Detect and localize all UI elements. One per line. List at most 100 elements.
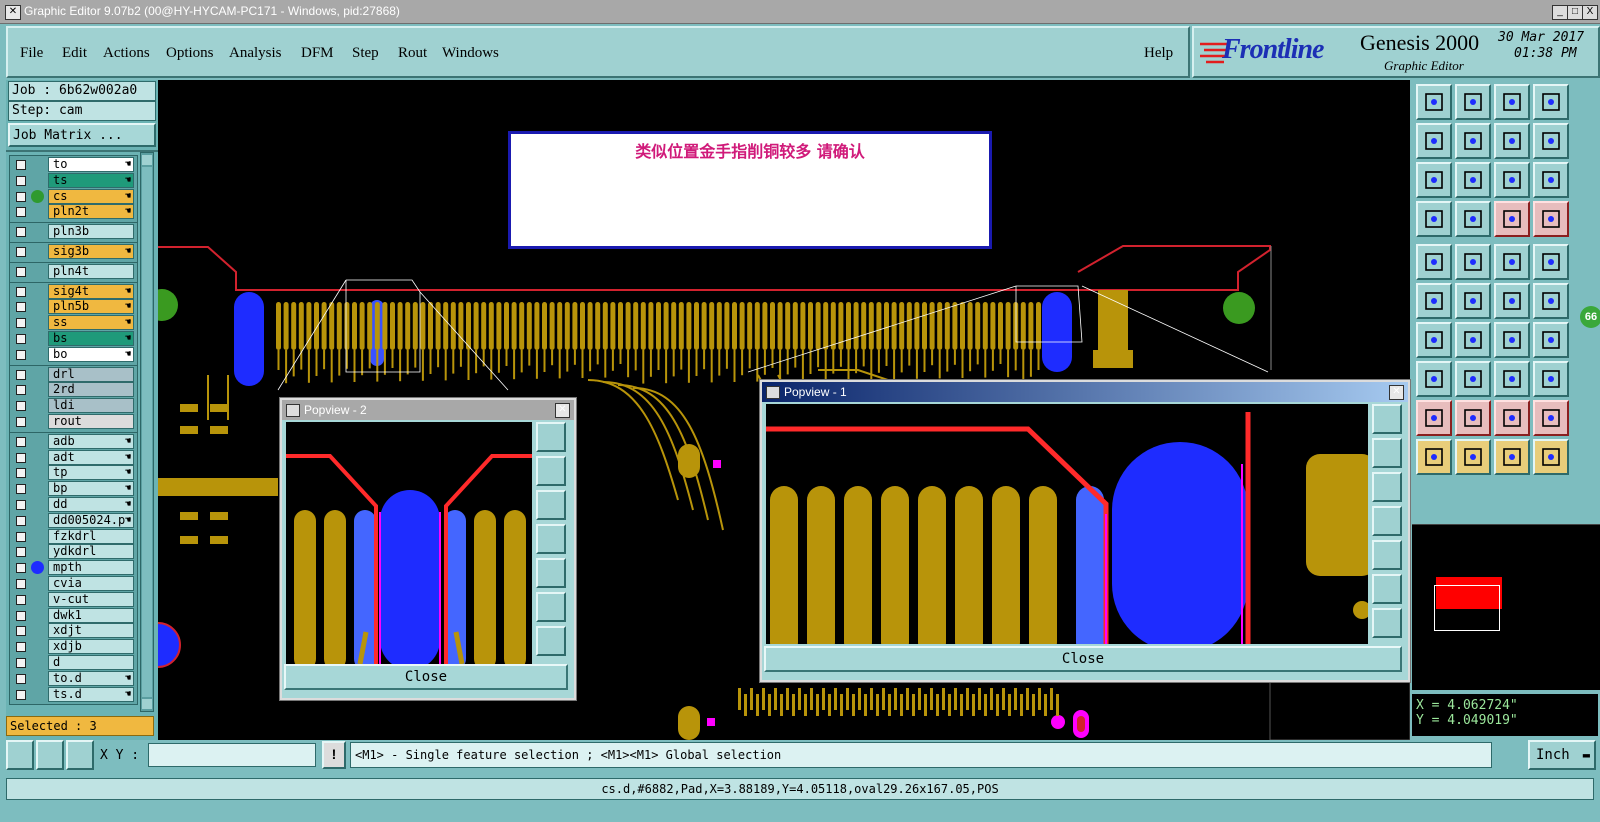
layer-name[interactable]: d (48, 655, 134, 670)
select-pad-icon[interactable] (1533, 244, 1569, 280)
select-zoom-icon[interactable] (1455, 439, 1491, 475)
layer-checkbox[interactable] (16, 266, 26, 277)
flip-icon[interactable] (1494, 123, 1530, 159)
arc-icon[interactable] (1494, 361, 1530, 397)
pan-right-icon[interactable] (1455, 123, 1491, 159)
layer-checkbox[interactable] (16, 452, 26, 463)
popview-2-close-icon[interactable]: ✕ (555, 403, 570, 418)
layer-checkbox[interactable] (16, 563, 26, 574)
layer-row-bp[interactable]: bp ☚ (9, 481, 134, 497)
layer-row-dwk1[interactable]: dwk1 (9, 607, 134, 623)
layer-name[interactable]: pln3b (48, 224, 134, 240)
layer-name[interactable]: ldi (48, 398, 134, 414)
layer-checkbox[interactable] (16, 160, 26, 170)
popview-2-canvas[interactable] (286, 422, 532, 664)
job-matrix-button[interactable]: Job Matrix ... (8, 123, 156, 147)
layer-name[interactable]: xdjb (48, 639, 134, 655)
layer-name[interactable]: bp ☚ (48, 481, 134, 497)
layer-name[interactable]: pln2t ☚ (48, 204, 134, 220)
home-icon[interactable] (1494, 84, 1530, 120)
layer-checkbox[interactable] (16, 247, 26, 257)
popview-1-zoom-in-icon[interactable] (1372, 574, 1402, 604)
save-icon[interactable] (1455, 84, 1491, 120)
layer-checkbox[interactable] (16, 349, 26, 360)
popview-2-close-button[interactable]: Close (284, 664, 568, 690)
pad-icon[interactable] (1416, 244, 1452, 280)
layer-checkbox[interactable] (16, 417, 26, 427)
layer-row-rout[interactable]: rout (9, 414, 134, 429)
layer-row-d[interactable]: d (9, 655, 134, 670)
layer-name[interactable]: bo ☚ (48, 346, 134, 362)
measure-icon[interactable] (36, 740, 64, 770)
connect-icon[interactable] (1416, 283, 1452, 319)
menu-actions[interactable]: Actions (103, 45, 150, 62)
layer-checkbox[interactable] (16, 369, 26, 380)
menu-analysis[interactable]: Analysis (229, 45, 282, 62)
layer-row-pln5b[interactable]: pln5b ☚ (9, 299, 134, 315)
pan-left-icon[interactable] (1416, 123, 1452, 159)
select-arrow-icon[interactable] (1416, 439, 1452, 475)
layer-name[interactable]: xdjt (48, 623, 134, 639)
menu-file[interactable]: File (20, 45, 43, 62)
close-window-button[interactable]: X (1582, 5, 1598, 20)
layer-checkbox[interactable] (16, 318, 26, 329)
layer-name[interactable]: bs ☚ (48, 331, 134, 346)
letter-a-outline-icon[interactable] (1494, 400, 1530, 436)
layer-row-bs[interactable]: bs ☚ (9, 331, 134, 346)
layer-name[interactable]: ts ☚ (48, 172, 134, 188)
menu-help[interactable]: Help (1144, 45, 1173, 62)
layer-name[interactable]: to ☚ (48, 157, 134, 172)
layer-name[interactable]: cvia (48, 576, 134, 591)
layer-checkbox[interactable] (16, 547, 26, 558)
window-icon[interactable] (1533, 84, 1569, 120)
layer-row-to[interactable]: to ☚ (9, 157, 134, 172)
layer-checkbox[interactable] (16, 401, 26, 412)
layer-checkbox[interactable] (16, 334, 26, 344)
layer-checkbox[interactable] (16, 286, 26, 297)
layer-checkbox[interactable] (16, 484, 26, 495)
copy-icon[interactable] (1533, 361, 1569, 397)
layer-row-sig4t[interactable]: sig4t ☚ (9, 283, 134, 299)
layer-name[interactable]: dd005024.p ☚ (48, 512, 134, 528)
layer-checkbox[interactable] (16, 302, 26, 313)
snap-toggle-icon[interactable] (1533, 123, 1569, 159)
popview-2-zoom-out-icon[interactable] (536, 626, 566, 656)
menu-rout[interactable]: Rout (398, 45, 427, 62)
draw-line-icon[interactable] (1416, 322, 1452, 358)
menu-step[interactable]: Step (352, 45, 379, 62)
layer-row-dd[interactable]: dd ☚ (9, 497, 134, 512)
layer-name[interactable]: adb ☚ (48, 433, 134, 449)
layer-checkbox[interactable] (16, 515, 26, 526)
layer-row-ts-d[interactable]: ts.d ☚ (9, 686, 134, 702)
rotate-icon[interactable] (1494, 322, 1530, 358)
layer-row-dd005024-p[interactable]: dd005024.p ☚ (9, 512, 134, 528)
layer-name[interactable]: ts.d ☚ (48, 686, 134, 702)
layer-name[interactable]: dd ☚ (48, 497, 134, 512)
layer-name[interactable]: 2rd (48, 382, 134, 398)
menu-edit[interactable]: Edit (62, 45, 87, 62)
net-icon[interactable] (1533, 201, 1569, 237)
layer-row-mpth[interactable]: mpth (9, 560, 134, 576)
scroll-up-icon[interactable] (142, 155, 152, 165)
layer-name[interactable]: rout (48, 414, 134, 429)
layer-name[interactable]: dwk1 (48, 607, 134, 623)
query-icon[interactable] (1533, 162, 1569, 198)
popview-1-close-icon[interactable]: ✕ (1389, 385, 1404, 400)
zoom-fit-icon[interactable] (1416, 162, 1452, 198)
layer-row-ldi[interactable]: ldi (9, 398, 134, 414)
open-job-icon[interactable] (1416, 84, 1452, 120)
alert-button[interactable]: ! (322, 741, 346, 769)
drc-icon[interactable] (1494, 201, 1530, 237)
menu-options[interactable]: Options (166, 45, 214, 62)
layer-row-drl[interactable]: drl (9, 366, 134, 382)
select-net-icon[interactable] (1533, 439, 1569, 475)
layer-row-pln3b[interactable]: pln3b (9, 224, 134, 240)
draw-arrow-icon[interactable] (1455, 322, 1491, 358)
layer-row-sig3b[interactable]: sig3b ☚ (9, 244, 134, 259)
grid-icon[interactable] (66, 740, 94, 770)
layer-row-tp[interactable]: tp ☚ (9, 465, 134, 481)
layer-checkbox[interactable] (16, 436, 26, 447)
snap-icon[interactable] (6, 740, 34, 770)
layer-row-2rd[interactable]: 2rd (9, 382, 134, 398)
layer-name[interactable]: cs ☚ (48, 188, 134, 204)
